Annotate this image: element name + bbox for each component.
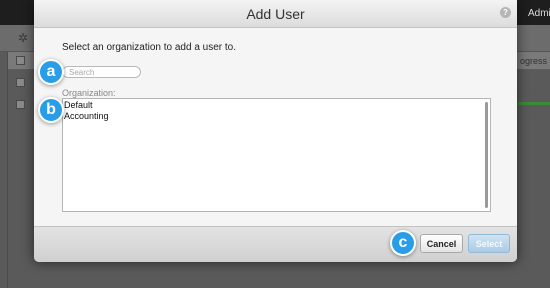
row-checkbox xyxy=(16,78,25,87)
column-header-progress: ogress xyxy=(520,56,548,66)
instruction-text: Select an organization to add a user to. xyxy=(62,42,237,53)
cancel-button[interactable]: Cancel xyxy=(420,234,463,253)
list-item-accounting[interactable]: Accounting xyxy=(64,111,109,121)
organization-list[interactable]: Default Accounting xyxy=(62,98,491,212)
search-input[interactable] xyxy=(62,66,141,78)
progress-bar xyxy=(518,102,550,105)
organization-label: Organization: xyxy=(62,88,116,98)
callout-marker-b: b xyxy=(38,97,64,123)
row-checkbox xyxy=(16,100,25,109)
user-menu: Admi xyxy=(528,8,550,19)
list-scrollbar[interactable] xyxy=(485,102,488,208)
list-item-default[interactable]: Default xyxy=(64,100,93,110)
callout-marker-c: c xyxy=(390,230,416,256)
gear-icon: ✲ xyxy=(18,31,29,45)
callout-marker-a: a xyxy=(38,59,64,85)
dialog-header: Add User ? xyxy=(34,0,517,28)
help-icon[interactable]: ? xyxy=(500,7,511,18)
select-all-checkbox xyxy=(16,56,25,65)
dialog-title: Add User xyxy=(246,6,305,22)
add-user-dialog: Add User ? Select an organization to add… xyxy=(34,0,517,262)
select-button[interactable]: Select xyxy=(468,234,510,253)
